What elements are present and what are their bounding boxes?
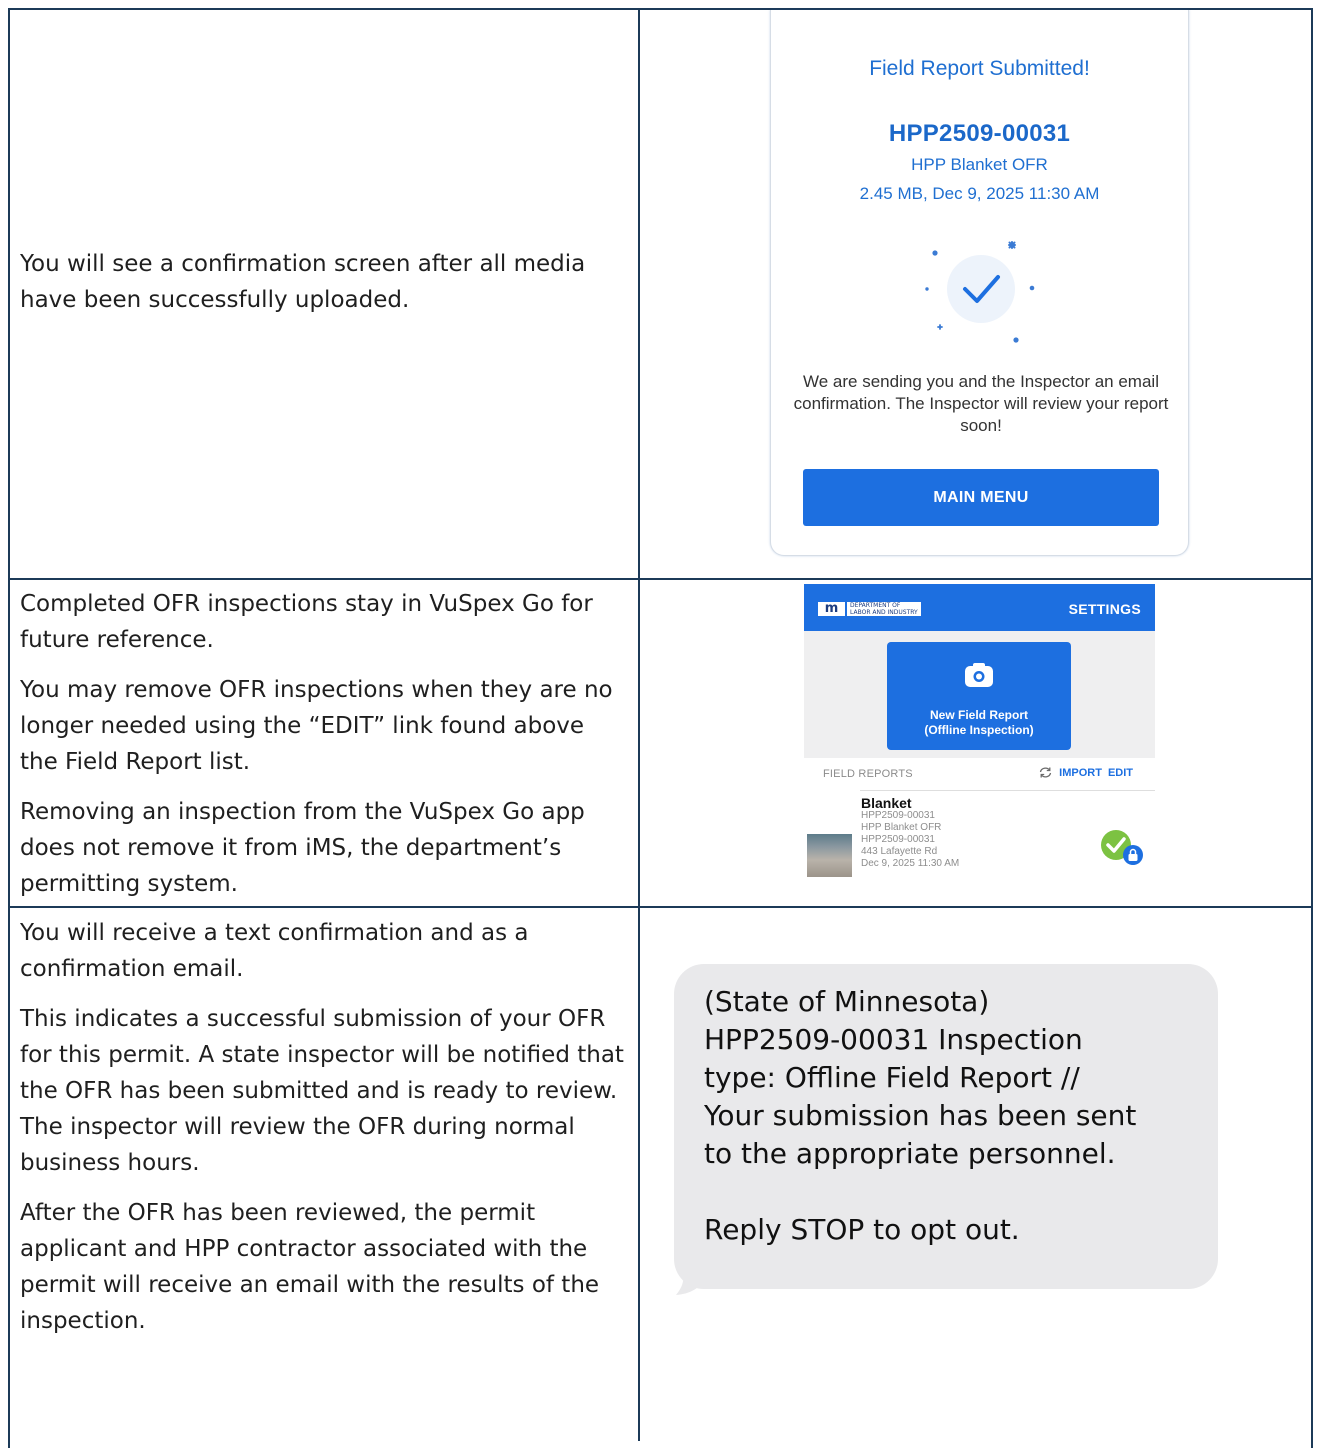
camera-icon (965, 663, 993, 687)
confirmation-message: We are sending you and the Inspector an … (793, 372, 1169, 435)
paragraph: You may remove OFR inspections when they… (20, 677, 613, 775)
paragraph: After the OFR has been reviewed, the per… (20, 1200, 600, 1334)
dli-logo: m DEPARTMENT OF LABOR AND INDUSTRY (818, 602, 921, 616)
checkmark-icon (925, 241, 1035, 343)
column-divider (638, 8, 640, 1441)
vuspex-app-screen: m DEPARTMENT OF LABOR AND INDUSTRY SETTI… (804, 584, 1155, 899)
settings-link[interactable]: SETTINGS (1069, 601, 1141, 617)
app-header: m DEPARTMENT OF LABOR AND INDUSTRY SETTI… (804, 584, 1155, 631)
import-link[interactable]: IMPORT (1059, 767, 1102, 779)
report-type: HPP Blanket OFR (911, 155, 1048, 174)
field-reports-heading: FIELD REPORTS (823, 768, 913, 780)
paragraph: Removing an inspection from the VuSpex G… (20, 799, 585, 897)
list-divider (860, 790, 1155, 791)
confirmation-screen: Field Report Submitted! HPP2509-00031 HP… (770, 10, 1189, 556)
row-divider-1 (8, 578, 1313, 580)
confirmation-title: Field Report Submitted! (869, 57, 1090, 80)
paragraph: This indicates a successful submission o… (20, 1006, 624, 1176)
report-id: HPP2509-00031 (888, 120, 1071, 147)
submitted-check-lock-icon (1101, 830, 1143, 865)
edit-link[interactable]: EDIT (1108, 767, 1133, 779)
logo-mark: m (818, 602, 845, 616)
sms-message-text: (State of Minnesota) HPP2509-00031 Inspe… (704, 983, 1204, 1249)
field-reports-actions: IMPORT EDIT (1038, 766, 1133, 779)
report-name[interactable]: Blanket (861, 795, 912, 811)
paragraph: Completed OFR inspections stay in VuSpex… (20, 591, 593, 653)
main-menu-button[interactable]: MAIN MENU (803, 469, 1159, 526)
paragraph: You will receive a text confirmation and… (20, 920, 529, 982)
report-thumbnail[interactable] (807, 834, 852, 877)
new-field-report-button[interactable]: New Field Report (Offline Inspection) (887, 642, 1071, 750)
new-report-sublabel: (Offline Inspection) (924, 723, 1034, 737)
report-meta: 2.45 MB, Dec 9, 2025 11:30 AM (859, 184, 1100, 203)
row-3-text: You will receive a text confirmation and… (20, 915, 624, 1353)
report-details: HPP2509-00031 HPP Blanket OFR HPP2509-00… (861, 810, 960, 869)
row-1-text: You will see a confirmation screen after… (20, 246, 624, 332)
sms-opt-out: Reply STOP to opt out. (704, 1213, 1020, 1246)
new-report-label: New Field Report (929, 708, 1028, 722)
paragraph: You will see a confirmation screen after… (20, 251, 586, 313)
refresh-icon[interactable] (1038, 766, 1053, 779)
row-2-text: Completed OFR inspections stay in VuSpex… (20, 586, 624, 916)
logo-text: DEPARTMENT OF LABOR AND INDUSTRY (847, 602, 921, 616)
sms-message-bubble: (State of Minnesota) HPP2509-00031 Inspe… (674, 964, 1218, 1289)
